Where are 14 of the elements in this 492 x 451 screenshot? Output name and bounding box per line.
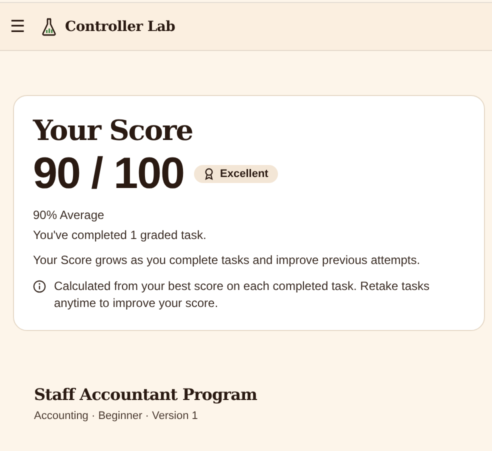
flask-icon — [41, 18, 57, 36]
average-text: 90% Average — [33, 208, 106, 222]
excellent-badge: Excellent — [194, 165, 278, 183]
program-meta: Accounting · Beginner · Version 1 — [34, 410, 199, 422]
completed-text: You've completed 1 graded task. — [33, 228, 208, 242]
app-title: Controller Lab — [65, 18, 176, 34]
note-text: Calculated from your best score on each completed task. Retake tasks anytime to improve your score. — [54, 278, 431, 312]
score-title: Your Score — [33, 114, 194, 148]
ribbon-icon — [204, 168, 214, 180]
program-title: Staff Accountant Program — [34, 385, 258, 404]
score-value: 90 / 100 — [33, 150, 184, 198]
description-text: Your Score grows as you complete tasks and improve previous attempts. — [33, 253, 422, 267]
menu-icon[interactable]: ☰ — [10, 18, 25, 35]
info-icon — [33, 280, 46, 293]
